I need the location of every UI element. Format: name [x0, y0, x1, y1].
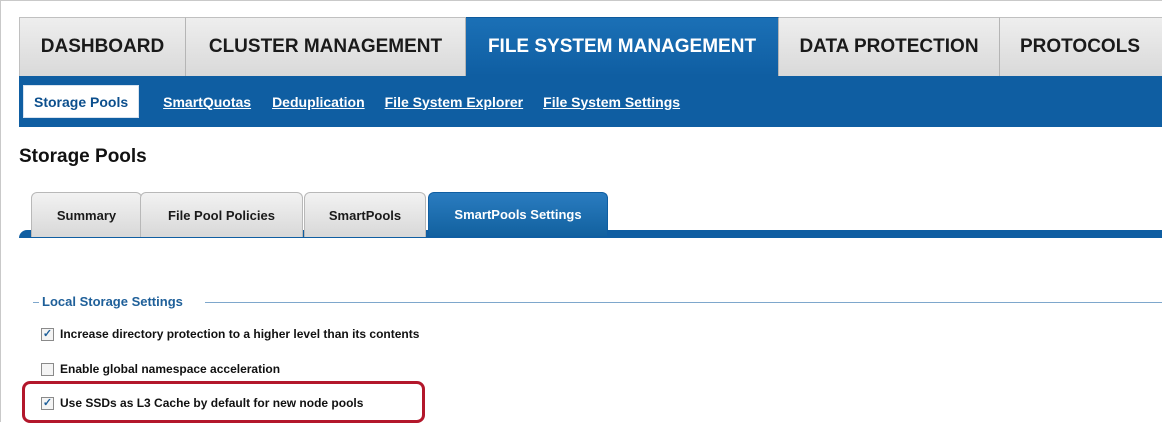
checkbox-global-namespace-acceleration[interactable] [41, 362, 54, 376]
tab-smartpools[interactable]: SmartPools [304, 192, 426, 237]
highlight-annotation [22, 381, 425, 423]
window-top-border [0, 0, 1162, 1]
option-increase-directory-protection[interactable]: ✓ Increase directory protection to a hig… [41, 327, 419, 341]
sub-nav-storage-pools[interactable]: Storage Pools [23, 85, 140, 118]
sub-nav-file-system-settings[interactable]: File System Settings [543, 94, 680, 110]
main-tab-data-protection[interactable]: DATA PROTECTION [779, 17, 1000, 76]
main-tab-cluster-management[interactable]: CLUSTER MANAGEMENT [186, 17, 466, 76]
local-storage-settings-legend: Local Storage Settings [33, 294, 1162, 310]
option-label: Enable global namespace acceleration [60, 362, 281, 376]
page-title: Storage Pools [19, 146, 147, 167]
sub-nav-smartquotas[interactable]: SmartQuotas [163, 94, 251, 110]
legend-divider [205, 302, 1162, 303]
checkbox-increase-directory-protection[interactable]: ✓ [41, 327, 54, 341]
tab-file-pool-policies[interactable]: File Pool Policies [140, 192, 303, 237]
tab-strip: Summary File Pool Policies SmartPools Sm… [19, 192, 1162, 244]
legend-title: Local Storage Settings [42, 294, 183, 309]
main-tab-dashboard[interactable]: DASHBOARD [19, 17, 186, 76]
sub-nav-file-system-explorer[interactable]: File System Explorer [385, 94, 524, 110]
sub-nav-deduplication[interactable]: Deduplication [272, 94, 365, 110]
main-tab-file-system-management[interactable]: FILE SYSTEM MANAGEMENT [466, 17, 779, 76]
tab-smartpools-settings[interactable]: SmartPools Settings [428, 192, 608, 236]
sub-navigation: Storage Pools SmartQuotas Deduplication … [19, 76, 1162, 127]
option-global-namespace-acceleration[interactable]: Enable global namespace acceleration [41, 362, 280, 376]
option-label: Increase directory protection to a highe… [60, 327, 420, 341]
tab-summary[interactable]: Summary [31, 192, 142, 237]
window-left-border [0, 0, 1, 422]
main-tab-protocols[interactable]: PROTOCOLS [1000, 17, 1162, 76]
main-navigation: DASHBOARD CLUSTER MANAGEMENT FILE SYSTEM… [19, 17, 1162, 76]
legend-collapse-dash[interactable] [33, 302, 39, 303]
